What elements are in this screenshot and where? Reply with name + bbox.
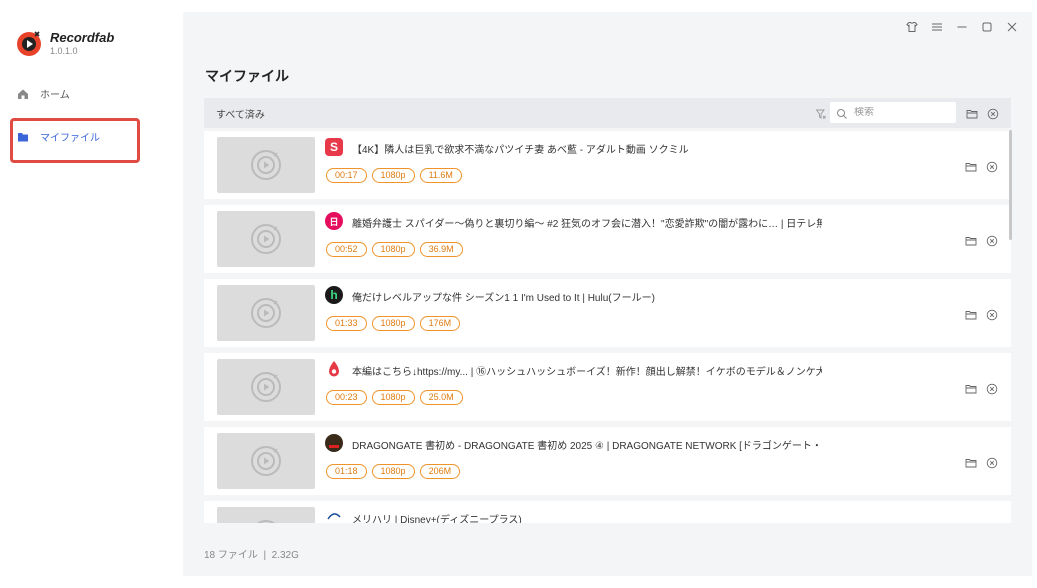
- sidebar-item-label: ホーム: [40, 90, 70, 101]
- window-controls: [906, 21, 1018, 33]
- sidebar-item-home[interactable]: ホーム: [16, 86, 70, 101]
- size-badge: 25.0M: [419, 390, 463, 405]
- list-item[interactable]: 本編はこちら↓https://my... | ⑯ハッシュハッシュボーイズ！新作！…: [204, 353, 1011, 421]
- status-footer: 18 ファイル | 2.32G: [204, 546, 299, 561]
- footer-separator: |: [260, 550, 272, 561]
- menu-icon[interactable]: [931, 21, 943, 33]
- home-icon: [16, 87, 30, 101]
- duration-badge: 01:33: [326, 316, 367, 331]
- shirt-icon[interactable]: [906, 21, 918, 33]
- video-thumbnail[interactable]: [217, 433, 315, 489]
- total-size: 2.32G: [271, 550, 299, 561]
- list-item[interactable]: S 【4K】隣人は巨乳で欲求不満なパツイチ妻 あべ藍 - アダルト動画 ソクミル 0…: [204, 131, 1011, 199]
- list-item[interactable]: h 俺だけレベルアップな件 シーズン1 1 I'm Used to It | Hu…: [204, 279, 1011, 347]
- list-item[interactable]: メリハリ | Disney+(ディズニープラス): [204, 501, 1011, 523]
- quality-badge: 1080p: [371, 316, 415, 331]
- file-count: 18 ファイル: [204, 550, 258, 561]
- video-meta-tags: 00:17 1080p 11.6M: [326, 168, 462, 183]
- open-folder-icon[interactable]: [965, 456, 977, 468]
- quality-badge: 1080p: [371, 390, 415, 405]
- size-badge: 36.9M: [419, 242, 463, 257]
- hulu-icon: h: [325, 286, 343, 304]
- video-thumbnail[interactable]: [217, 137, 315, 193]
- delete-item-icon[interactable]: [986, 456, 998, 469]
- filter-icon[interactable]: [815, 107, 827, 119]
- file-list: S 【4K】隣人は巨乳で欲求不満なパツイチ妻 あべ藍 - アダルト動画 ソクミル 0…: [204, 130, 1011, 523]
- video-meta-tags: 01:33 1080p 176M: [326, 316, 461, 331]
- app-version: 1.0.1.0: [50, 46, 78, 56]
- video-meta-tags: 00:23 1080p 25.0M: [326, 390, 463, 405]
- list-toolbar: すべて済み: [204, 98, 1011, 128]
- open-folder-icon[interactable]: [965, 234, 977, 246]
- app-window: Recordfab 1.0.1.0 ホーム マイファイル マイファイル すべて済…: [0, 0, 1037, 588]
- size-badge: 176M: [419, 316, 461, 331]
- duration-badge: 01:18: [326, 464, 367, 479]
- search-icon: [836, 107, 848, 119]
- video-thumbnail[interactable]: [217, 285, 315, 341]
- selection-highlight: [10, 118, 140, 163]
- hhboys-icon: [325, 360, 343, 378]
- open-folder-icon[interactable]: [965, 382, 977, 394]
- main-panel: マイファイル すべて済み S 【4K】隣人は巨乳で欲求不満なパツイチ妻 あべ藍 -…: [183, 12, 1032, 576]
- video-title: DRAGONGATE 書初め - DRAGONGATE 書初め 2025 ④ |…: [352, 441, 822, 452]
- video-thumbnail[interactable]: [217, 359, 315, 415]
- disney-plus-icon: [325, 508, 343, 523]
- page-title: マイファイル: [205, 68, 289, 84]
- video-meta-tags: 00:52 1080p 36.9M: [326, 242, 463, 257]
- delete-all-icon[interactable]: [987, 107, 999, 120]
- dragongate-icon: [325, 434, 343, 452]
- video-title: 離婚弁護士 スパイダー～偽りと裏切り編～ #2 狂気のオフ会に潜入！"恋愛詐欺"…: [352, 219, 822, 230]
- duration-badge: 00:23: [326, 390, 367, 405]
- list-item[interactable]: DRAGONGATE 書初め - DRAGONGATE 書初め 2025 ④ |…: [204, 427, 1011, 495]
- delete-item-icon[interactable]: [986, 382, 998, 395]
- open-folder-icon[interactable]: [965, 160, 977, 172]
- size-badge: 11.6M: [419, 168, 462, 183]
- sidebar: Recordfab 1.0.1.0 ホーム マイファイル: [0, 0, 181, 588]
- video-thumbnail[interactable]: [217, 211, 315, 267]
- quality-badge: 1080p: [371, 242, 415, 257]
- size-badge: 206M: [419, 464, 461, 479]
- delete-item-icon[interactable]: [986, 308, 998, 321]
- video-title: メリハリ | Disney+(ディズニープラス): [352, 515, 522, 523]
- video-meta-tags: 01:18 1080p 206M: [326, 464, 461, 479]
- site-s-icon: S: [325, 138, 343, 156]
- app-name: Recordfab: [50, 30, 115, 45]
- video-title: 【4K】隣人は巨乳で欲求不満なパツイチ妻 あべ藍 - アダルト動画 ソクミル: [352, 145, 689, 156]
- duration-badge: 00:52: [326, 242, 367, 257]
- video-title: 俺だけレベルアップな件 シーズン1 1 I'm Used to It | Hul…: [352, 293, 655, 304]
- open-folder-icon[interactable]: [965, 308, 977, 320]
- delete-item-icon[interactable]: [986, 160, 998, 173]
- video-thumbnail[interactable]: [217, 507, 315, 523]
- search-box[interactable]: [830, 102, 956, 123]
- maximize-icon[interactable]: [981, 21, 993, 33]
- nittele-icon: 日: [325, 212, 343, 230]
- duration-badge: 00:17: [326, 168, 367, 183]
- quality-badge: 1080p: [371, 464, 415, 479]
- quality-badge: 1080p: [371, 168, 415, 183]
- search-input[interactable]: [854, 107, 949, 118]
- minimize-icon[interactable]: [956, 21, 968, 33]
- list-item[interactable]: 日離婚弁護士 スパイダー～偽りと裏切り編～ #2 狂気のオフ会に潜入！"恋愛詐欺…: [204, 205, 1011, 273]
- open-folder-icon[interactable]: [966, 107, 978, 119]
- all-done-label: すべて済み: [216, 109, 265, 121]
- scrollbar[interactable]: [1009, 130, 1012, 240]
- delete-item-icon[interactable]: [986, 234, 998, 247]
- app-logo: Recordfab 1.0.1.0: [15, 28, 114, 58]
- video-title: 本編はこちら↓https://my... | ⑯ハッシュハッシュボーイズ！新作！…: [352, 367, 822, 378]
- recordfab-logo-icon: [15, 28, 45, 58]
- close-icon[interactable]: [1006, 21, 1018, 33]
